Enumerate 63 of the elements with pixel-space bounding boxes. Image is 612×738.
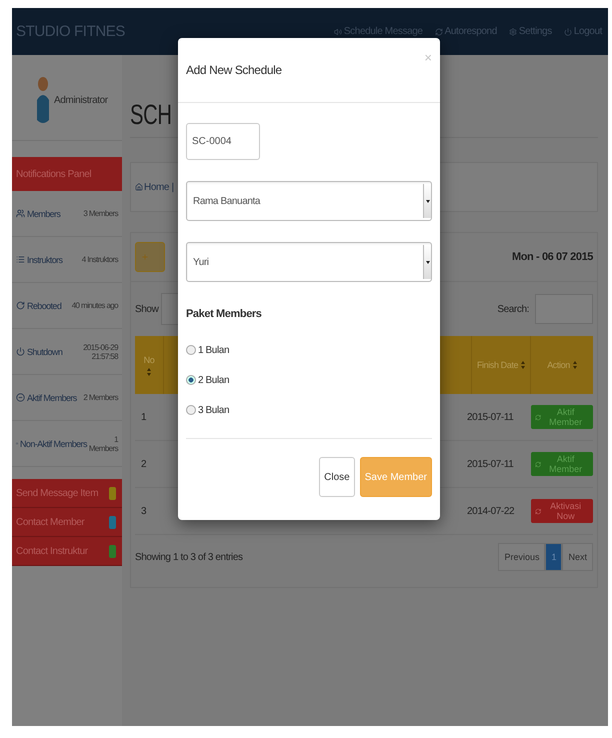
radio-button[interactable] [186, 345, 196, 355]
status-button[interactable]: Aktivasi Now [531, 499, 593, 523]
table-cell-text: 2015-07-11 [466, 458, 514, 472]
show-label: Show [135, 304, 158, 314]
notification-item[interactable]: Rebooted 40 minutes ago [12, 283, 122, 329]
plus-icon [141, 253, 149, 261]
radio-button[interactable] [186, 375, 196, 385]
entries-info: Showing 1 to 3 of 3 entries [135, 552, 243, 562]
user-avatar-icon [36, 76, 50, 124]
user-name: Administrator [54, 94, 108, 106]
member-select[interactable]: Rama Banuanta [186, 181, 432, 221]
notification-item[interactable]: Instruktors 4 Instruktors [12, 237, 122, 283]
search-label: Search: [497, 304, 529, 314]
page-title: SCH [130, 99, 172, 131]
page-button[interactable]: Next [562, 543, 593, 571]
radio-button[interactable] [186, 405, 196, 415]
power-icon [16, 347, 25, 356]
power-icon [564, 28, 572, 36]
breadcrumb-link[interactable]: Home | [135, 182, 174, 192]
column-header[interactable]: Finish Date [472, 336, 531, 394]
column-header[interactable]: No [135, 336, 164, 394]
schedule-id-field[interactable]: SC-0004 [186, 123, 260, 160]
sidebar-action[interactable]: Contact Instruktur [12, 537, 122, 566]
sidebar-action[interactable]: Send Message Item [12, 479, 122, 508]
list-icon [16, 255, 25, 264]
package-option[interactable]: 2 Bulan [186, 372, 432, 388]
sort-icon [521, 361, 526, 369]
group-label: Paket Members [186, 308, 263, 320]
page-button[interactable]: 1 [545, 543, 562, 571]
refresh-icon [535, 414, 542, 420]
refresh-icon [16, 301, 25, 310]
users-icon [16, 209, 25, 218]
sort-icon [572, 361, 577, 369]
instructor-select[interactable]: Yuri [186, 242, 432, 282]
notification-item[interactable]: Members 3 Members [12, 191, 122, 237]
sort-icon [147, 368, 151, 376]
panel-title: Notifications Panel [12, 157, 122, 191]
settings-icon [508, 28, 517, 36]
minus-circle-icon [16, 393, 25, 402]
refresh-icon [535, 460, 542, 468]
close-button[interactable]: Close [319, 457, 355, 497]
caret-icon [426, 260, 430, 264]
notification-item[interactable]: Shutdown 2015-06-29 21:57:58 [12, 329, 122, 375]
close-button[interactable]: × [424, 50, 432, 65]
notification-item[interactable]: Aktif Members 2 Members [12, 375, 122, 421]
table-cell-text: 2 [140, 458, 148, 472]
column-header[interactable]: Action [531, 336, 593, 394]
date-text: Mon - 06 07 2015 [512, 251, 593, 263]
package-option[interactable]: 1 Bulan [186, 342, 432, 358]
page-button[interactable]: Previous [498, 543, 546, 571]
home-icon [135, 183, 143, 191]
table-cell-text: 2014-07-22 [466, 504, 516, 518]
refresh-icon [535, 508, 542, 514]
package-option[interactable]: 3 Bulan [186, 402, 432, 418]
table-cell-text: 1 [140, 410, 148, 424]
save-button[interactable]: Save Member [360, 457, 432, 497]
table-cell-text: 3 [140, 504, 148, 518]
refresh-icon [434, 28, 443, 36]
modal-title: Add New Schedule [186, 63, 282, 77]
speaker-icon [334, 28, 342, 36]
caret-icon [426, 200, 430, 202]
table-cell-text: 2015-07-11 [466, 410, 514, 424]
sidebar-action[interactable]: Contact Member [12, 508, 122, 537]
